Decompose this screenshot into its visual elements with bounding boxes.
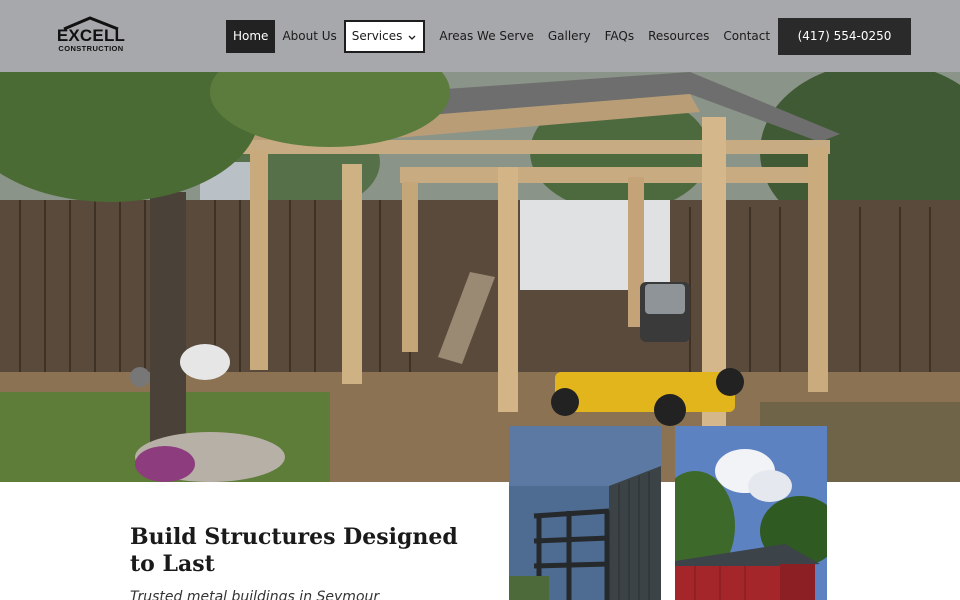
- nav-item-services[interactable]: Services: [343, 20, 426, 53]
- hero-subheadline: Trusted metal buildings in Seymour: [130, 589, 380, 600]
- hero-image: [0, 72, 960, 482]
- nav-item-faqs[interactable]: FAQs: [598, 20, 642, 53]
- red-barn-photo: [675, 426, 827, 600]
- site-header: EXCELL CONSTRUCTION Home About Us Servic…: [0, 0, 960, 72]
- nav-item-areas-we-serve[interactable]: Areas We Serve: [432, 20, 540, 53]
- nav-item-services-label: Services: [351, 29, 403, 43]
- main-nav: Home About Us Services Areas We Serve Ga…: [226, 20, 777, 53]
- phone-call-button[interactable]: (417) 554-0250: [778, 18, 911, 55]
- hero-headline: Build Structures Designed to Last: [130, 524, 458, 577]
- chevron-down-icon: [408, 35, 416, 40]
- nav-item-about-us[interactable]: About Us: [275, 20, 343, 53]
- metal-building-photo: [509, 426, 661, 600]
- nav-item-resources[interactable]: Resources: [641, 20, 716, 53]
- nav-item-gallery[interactable]: Gallery: [541, 20, 598, 53]
- nav-item-contact[interactable]: Contact: [716, 20, 777, 53]
- brand-logo[interactable]: EXCELL CONSTRUCTION: [56, 16, 126, 56]
- brand-name: EXCELL: [56, 26, 126, 45]
- brand-subtitle: CONSTRUCTION: [58, 44, 124, 53]
- nav-item-home[interactable]: Home: [226, 20, 276, 53]
